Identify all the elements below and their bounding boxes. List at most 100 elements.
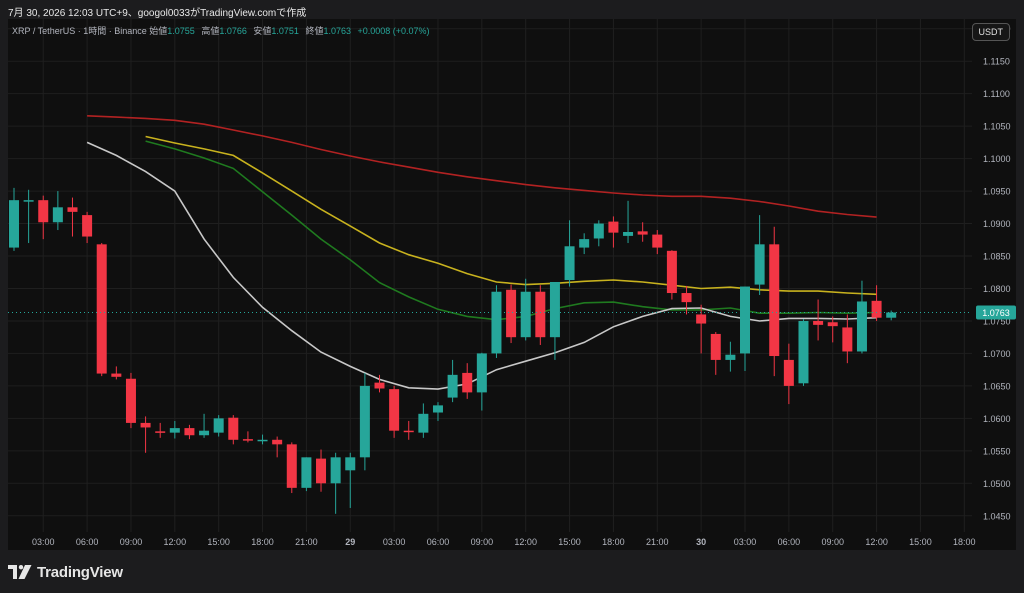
candle-body xyxy=(155,431,166,433)
candle-body xyxy=(813,320,824,325)
candle-body xyxy=(23,200,34,202)
candle xyxy=(871,285,882,321)
ohlc-legend: XRP / TetherUS · 1時間 · Binance 始値1.0755 … xyxy=(12,24,434,37)
candle xyxy=(827,316,838,343)
candle xyxy=(38,195,49,240)
candle xyxy=(666,250,677,300)
x-tick-label: 12:00 xyxy=(164,537,187,547)
candle xyxy=(462,363,473,399)
x-tick-label: 15:00 xyxy=(909,537,932,547)
y-tick-label: 1.1100 xyxy=(983,89,1010,99)
candle-body xyxy=(447,374,458,398)
candle xyxy=(813,299,824,341)
candle-body xyxy=(38,200,49,223)
candle xyxy=(608,216,619,248)
candle-body xyxy=(564,246,575,281)
candle-body xyxy=(593,223,604,239)
candle-body xyxy=(374,382,385,389)
candle-body xyxy=(199,430,210,436)
brand-name: TradingView xyxy=(37,563,123,581)
y-tick-label: 1.0900 xyxy=(983,219,1011,229)
symbol-label: XRP / TetherUS · 1時間 · Binance xyxy=(12,26,147,36)
y-tick-label: 1.0450 xyxy=(983,511,1011,521)
x-tick-label: 29 xyxy=(345,537,355,547)
x-tick-label: 09:00 xyxy=(471,537,494,547)
high-value: 1.0766 xyxy=(219,26,247,36)
candle-body xyxy=(82,215,93,237)
candle xyxy=(710,331,721,375)
candle xyxy=(257,434,268,445)
candle xyxy=(798,319,809,386)
x-tick-label: 18:00 xyxy=(953,537,976,547)
candle-body xyxy=(725,354,736,360)
candle-body xyxy=(418,413,429,433)
x-tick-label: 09:00 xyxy=(120,537,143,547)
candle xyxy=(754,215,765,295)
moving-average-line xyxy=(145,135,877,296)
tradingview-logo-icon xyxy=(8,565,32,579)
close-value: 1.0763 xyxy=(323,26,351,36)
candle xyxy=(623,200,634,244)
low-label: 安値 xyxy=(253,26,272,36)
candle-body xyxy=(432,405,443,413)
candle-body xyxy=(506,289,517,338)
candle-body xyxy=(228,417,239,440)
candle xyxy=(842,314,853,364)
candle-body xyxy=(491,291,502,354)
candlestick-chart[interactable]: 1.0450 1.0500 1.0550 1.0600 1.0650 1.0700 1.07… xyxy=(8,19,1016,550)
candle xyxy=(579,233,590,255)
candle xyxy=(359,372,370,471)
candle-body xyxy=(286,444,297,488)
candle xyxy=(476,352,487,411)
chart-caption: 7月 30, 2026 12:03 UTC+9、googol0033がTradi… xyxy=(8,8,307,19)
x-tick-label: 21:00 xyxy=(295,537,318,547)
candle xyxy=(169,420,180,439)
candle xyxy=(564,220,575,287)
candle-body xyxy=(169,428,180,433)
y-tick-label: 1.1000 xyxy=(983,154,1011,164)
y-tick-label: 1.1150 xyxy=(983,57,1010,67)
candle-body xyxy=(827,322,838,327)
y-tick-label: 1.0950 xyxy=(983,187,1011,197)
candle-body xyxy=(608,221,619,233)
high-label: 高値 xyxy=(201,26,220,36)
candle xyxy=(637,222,648,242)
candle xyxy=(184,424,195,440)
candle-body xyxy=(111,373,122,377)
candle xyxy=(769,226,780,377)
y-tick-label: 1.0600 xyxy=(983,414,1011,424)
candle-body xyxy=(403,430,414,433)
candle xyxy=(23,189,34,244)
x-tick-label: 21:00 xyxy=(646,537,669,547)
candle xyxy=(286,442,297,494)
y-tick-label: 1.0850 xyxy=(983,252,1011,262)
candle-body xyxy=(125,378,136,423)
candle-body xyxy=(52,207,63,223)
candle xyxy=(301,457,312,492)
candle-body xyxy=(462,372,473,393)
y-tick-label: 1.0800 xyxy=(983,284,1011,294)
currency-unit-button[interactable]: USDT xyxy=(971,23,1010,41)
candle-body xyxy=(579,239,590,248)
candle-body xyxy=(345,457,356,471)
candle xyxy=(228,415,239,445)
x-tick-label: 15:00 xyxy=(558,537,581,547)
y-tick-label: 1.1050 xyxy=(983,122,1011,132)
close-label: 終値 xyxy=(305,26,324,36)
candle xyxy=(535,285,546,345)
candle xyxy=(549,281,560,360)
x-tick-label: 06:00 xyxy=(427,537,450,547)
chart-panel[interactable]: 1.0450 1.0500 1.0550 1.0600 1.0650 1.0700 1.07… xyxy=(8,19,1016,550)
x-tick-label: 30 xyxy=(696,537,706,547)
candle-body xyxy=(886,312,897,318)
candle-body xyxy=(783,359,794,386)
candle xyxy=(96,243,107,377)
candle-body xyxy=(740,286,750,354)
candle xyxy=(125,372,136,429)
candle-body xyxy=(681,293,692,303)
candle-body xyxy=(316,458,327,484)
tradingview-logo[interactable]: TradingView xyxy=(8,563,123,581)
candle xyxy=(783,343,794,405)
candle-body xyxy=(330,457,341,484)
candle-body xyxy=(856,301,867,352)
